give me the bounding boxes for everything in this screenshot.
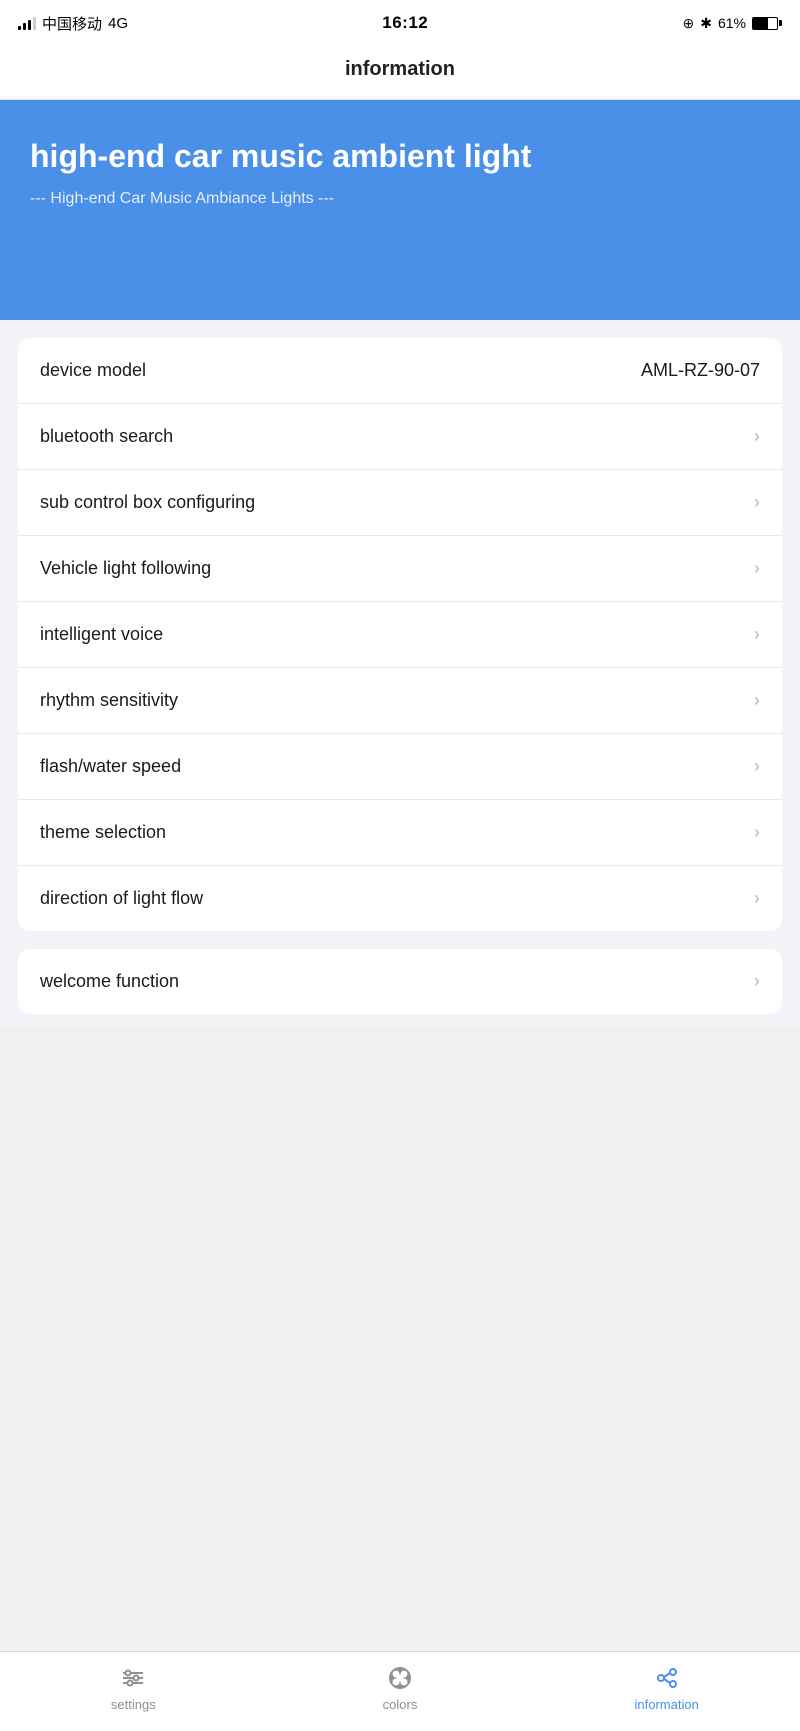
settings-label-sub-control-box: sub control box configuring <box>40 492 255 513</box>
tab-settings[interactable]: settings <box>0 1664 267 1712</box>
status-right: ⊕ ✱ 61% <box>682 15 782 32</box>
settings-item-sub-control-box[interactable]: sub control box configuring › <box>18 470 782 536</box>
carrier-label: 中国移动 <box>42 13 102 34</box>
settings-item-theme-selection[interactable]: theme selection › <box>18 800 782 866</box>
chevron-icon-bluetooth-search: › <box>754 426 760 447</box>
status-bar: 中国移动 4G 16:12 ⊕ ✱ 61% <box>0 0 800 44</box>
settings-label-rhythm-sensitivity: rhythm sensitivity <box>40 690 178 711</box>
settings-label-theme-selection: theme selection <box>40 822 166 843</box>
bluetooth-icon: ✱ <box>700 15 712 32</box>
settings-right-device-model: AML-RZ-90-07 <box>641 360 760 381</box>
page-title: information <box>345 58 455 80</box>
settings-label-direction-light-flow: direction of light flow <box>40 888 203 909</box>
settings-right-vehicle-light: › <box>754 558 760 579</box>
settings-card: device model AML-RZ-90-07 bluetooth search… <box>18 338 782 931</box>
tab-colors[interactable]: colors <box>267 1664 534 1712</box>
settings-label-bluetooth-search: bluetooth search <box>40 426 173 447</box>
chevron-icon-rhythm-sensitivity: › <box>754 690 760 711</box>
tab-bar: settings colors informati <box>0 1651 800 1731</box>
settings-right-rhythm-sensitivity: › <box>754 690 760 711</box>
page-title-bar: information <box>0 44 800 100</box>
settings-label-intelligent-voice: intelligent voice <box>40 624 163 645</box>
settings-right-theme-selection: › <box>754 822 760 843</box>
hero-title: high-end car music ambient light <box>30 136 770 176</box>
settings-label-vehicle-light: Vehicle light following <box>40 558 211 579</box>
settings-item-flash-water-speed[interactable]: flash/water speed › <box>18 734 782 800</box>
settings-item-welcome-function[interactable]: welcome function › <box>18 949 782 1014</box>
information-tab-icon <box>653 1664 681 1692</box>
battery-percent: 61% <box>718 15 746 31</box>
settings-tab-label: settings <box>111 1697 156 1712</box>
settings-tab-icon <box>119 1664 147 1692</box>
chevron-icon-theme-selection: › <box>754 822 760 843</box>
settings-item-intelligent-voice[interactable]: intelligent voice › <box>18 602 782 668</box>
colors-tab-label: colors <box>383 1697 418 1712</box>
settings-right-bluetooth-search: › <box>754 426 760 447</box>
settings-item-vehicle-light[interactable]: Vehicle light following › <box>18 536 782 602</box>
signal-icon <box>18 16 36 30</box>
settings-label-device-model: device model <box>40 360 146 381</box>
colors-tab-icon <box>386 1664 414 1692</box>
chevron-icon-welcome-function: › <box>754 971 760 992</box>
settings-item-direction-light-flow[interactable]: direction of light flow › <box>18 866 782 931</box>
settings-item-bluetooth-search[interactable]: bluetooth search › <box>18 404 782 470</box>
settings-card-2: welcome function › <box>18 949 782 1014</box>
settings-value-device-model: AML-RZ-90-07 <box>641 360 760 381</box>
settings-section: device model AML-RZ-90-07 bluetooth search… <box>0 320 800 949</box>
information-tab-label: information <box>635 1697 699 1712</box>
chevron-icon-sub-control-box: › <box>754 492 760 513</box>
settings-label-flash-water-speed: flash/water speed <box>40 756 181 777</box>
location-icon: ⊕ <box>682 15 694 32</box>
chevron-icon-vehicle-light: › <box>754 558 760 579</box>
battery-icon <box>752 17 782 30</box>
chevron-icon-direction-light-flow: › <box>754 888 760 909</box>
time-label: 16:12 <box>382 13 428 33</box>
settings-item-rhythm-sensitivity[interactable]: rhythm sensitivity › <box>18 668 782 734</box>
status-left: 中国移动 4G <box>18 13 128 34</box>
settings-right-intelligent-voice: › <box>754 624 760 645</box>
settings-right-flash-water-speed: › <box>754 756 760 777</box>
settings-label-welcome-function: welcome function <box>40 971 179 992</box>
hero-banner: high-end car music ambient light --- Hig… <box>0 100 800 320</box>
chevron-icon-flash-water-speed: › <box>754 756 760 777</box>
hero-subtitle: --- High-end Car Music Ambiance Lights -… <box>30 190 770 208</box>
settings-section-2: welcome function › <box>0 949 800 1028</box>
tab-information[interactable]: information <box>533 1664 800 1712</box>
settings-right-sub-control-box: › <box>754 492 760 513</box>
chevron-icon-intelligent-voice: › <box>754 624 760 645</box>
network-label: 4G <box>108 15 128 32</box>
settings-right-welcome-function: › <box>754 971 760 992</box>
settings-item-device-model: device model AML-RZ-90-07 <box>18 338 782 404</box>
settings-right-direction-light-flow: › <box>754 888 760 909</box>
